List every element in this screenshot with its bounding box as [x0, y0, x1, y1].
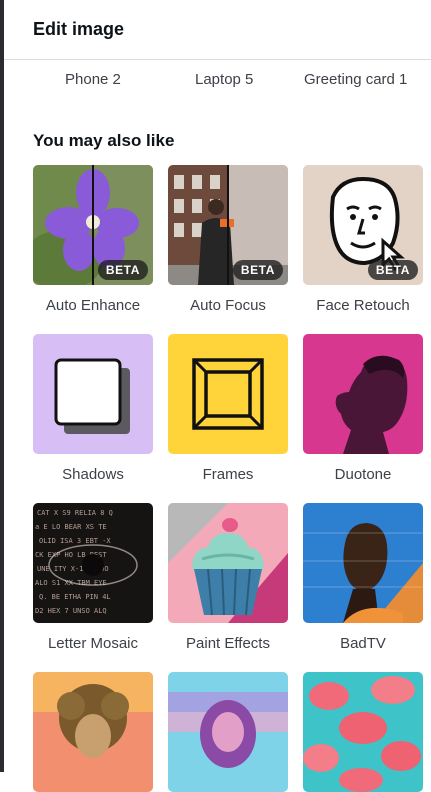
face-outline-icon: BETA — [303, 165, 423, 285]
mockup-laptop-5[interactable]: Laptop 5 — [195, 71, 253, 88]
letter-mosaic-eye-photo: CAT X S9 RELIA 8 Q a E LO BEAR XS TE OLI… — [33, 503, 153, 623]
svg-text:CAT X S9 RELIA 8 Q: CAT X S9 RELIA 8 Q — [37, 509, 113, 517]
page-title: Edit image — [33, 19, 125, 39]
beta-badge: BETA — [97, 260, 148, 280]
svg-text:D2 HEX 7 UNSO ALQ: D2 HEX 7 UNSO ALQ — [35, 607, 107, 615]
flower-photo: BETA — [33, 165, 153, 285]
rainbow-portrait-photo — [168, 672, 288, 792]
tile-auto-focus[interactable]: BETA Auto Focus — [168, 165, 288, 314]
duotone-portrait-photo — [303, 334, 423, 454]
shadow-square-icon — [33, 334, 153, 454]
glitch-portrait-photo — [303, 503, 423, 623]
pink-pattern-photo — [303, 672, 423, 792]
tile-badtv[interactable]: BadTV — [303, 503, 423, 652]
svg-text:OLID ISA 3 EBT -X: OLID ISA 3 EBT -X — [39, 537, 111, 545]
panel-left-edge — [0, 0, 4, 772]
tile-frames[interactable]: Frames — [168, 334, 288, 483]
mockup-greeting-card-1[interactable]: Greeting card 1 — [304, 71, 407, 88]
curly-hair-portrait-photo — [33, 672, 153, 792]
tile-label: BadTV — [340, 635, 386, 652]
street-person-photo: BETA — [168, 165, 288, 285]
tile-paint-effects[interactable]: Paint Effects — [168, 503, 288, 652]
tile-label: Auto Focus — [190, 297, 266, 314]
tile-label: Paint Effects — [186, 635, 270, 652]
tile-duotone[interactable]: Duotone — [303, 334, 423, 483]
panel-header: Edit image — [4, 0, 431, 60]
svg-text:a E LO BEAR XS TE: a E LO BEAR XS TE — [35, 523, 107, 531]
tile-letter-mosaic[interactable]: CAT X S9 RELIA 8 Q a E LO BEAR XS TE OLI… — [33, 503, 153, 652]
tile-face-retouch[interactable]: BETA Face Retouch — [303, 165, 423, 314]
beta-badge: BETA — [232, 260, 283, 280]
frame-square-icon — [168, 334, 288, 454]
tile-label: Face Retouch — [316, 297, 410, 314]
tile-shadows[interactable]: Shadows — [33, 334, 153, 483]
tile-label: Shadows — [62, 466, 124, 483]
beta-badge: BETA — [367, 260, 418, 280]
tile-row4-3[interactable] — [303, 672, 423, 792]
mockups-row: Phone 2 Laptop 5 Greeting card 1 — [0, 60, 431, 104]
tile-row4-2[interactable] — [168, 672, 288, 792]
cupcake-photo — [168, 503, 288, 623]
section-title: You may also like — [33, 131, 175, 150]
tile-auto-enhance[interactable]: BETA Auto Enhance — [33, 165, 153, 314]
tile-label: Auto Enhance — [45, 297, 141, 314]
tile-label: Duotone — [334, 466, 392, 483]
tile-label: Frames — [202, 466, 254, 483]
mockup-phone-2[interactable]: Phone 2 — [65, 71, 121, 88]
svg-text:Q. BE ETHA PIN 4L: Q. BE ETHA PIN 4L — [39, 593, 111, 601]
tile-row4-1[interactable] — [33, 672, 153, 792]
tile-label: Letter Mosaic — [47, 635, 139, 652]
